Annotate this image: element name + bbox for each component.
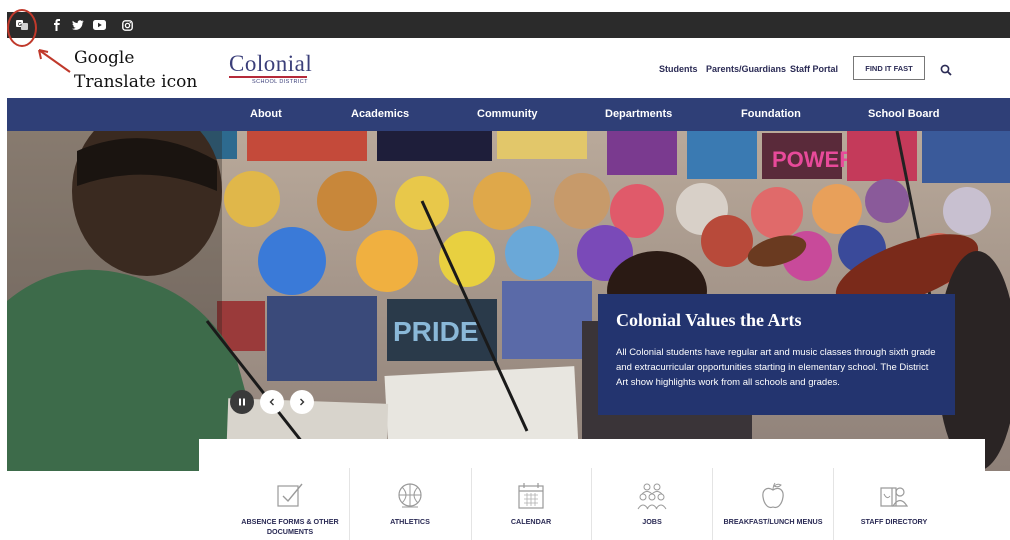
nav-item-about[interactable]: About (250, 98, 282, 131)
instagram-icon[interactable] (120, 18, 134, 32)
quick-link-label: ATHLETICS (390, 517, 430, 526)
ball-icon (398, 483, 422, 508)
logo-wordmark: Colonial (229, 51, 313, 76)
logo-subtitle: SCHOOL DISTRICT (252, 79, 308, 85)
staff-portal-link[interactable]: Staff Portal (790, 64, 838, 74)
annotation-line-2: Translate icon (74, 72, 198, 92)
nav-item-foundation[interactable]: Foundation (741, 98, 801, 131)
logo-underline (229, 76, 307, 78)
annotation-line-1: Google (74, 48, 135, 68)
quick-link-absence-forms[interactable]: ABSENCE FORMS & OTHER DOCUMENTS (230, 470, 350, 540)
quick-link-label: CALENDAR (510, 517, 552, 526)
quick-link-label: ABSENCE FORMS & OTHER DOCUMENTS (230, 517, 350, 537)
annotation-label: Google Translate icon (74, 46, 197, 94)
quick-link-label: STAFF DIRECTORY (860, 517, 928, 526)
quick-link-label-line2: DOCUMENTS (266, 527, 314, 536)
people-icon (637, 483, 667, 510)
nav-item-community[interactable]: Community (477, 98, 538, 131)
quick-link-calendar[interactable]: CALENDAR (471, 470, 591, 540)
previous-slide-button[interactable] (260, 390, 284, 414)
quick-link-label-line1: ABSENCE FORMS & OTHER (241, 517, 339, 526)
power-sign: POWER (772, 147, 855, 172)
quick-link-athletics[interactable]: ATHLETICS (350, 470, 470, 540)
quick-link-menus[interactable]: BREAKFAST/LUNCH MENUS (713, 470, 833, 540)
district-logo[interactable]: Colonial SCHOOL DISTRICT (229, 51, 313, 85)
facebook-icon[interactable] (50, 18, 64, 32)
chevron-left-icon (269, 398, 274, 406)
social-bar: G (7, 12, 1010, 38)
annotation-arrow (38, 49, 71, 73)
quick-link-staff-directory[interactable]: STAFF DIRECTORY (834, 470, 954, 540)
find-it-fast-button[interactable]: FIND IT FAST (853, 56, 925, 80)
quick-link-jobs[interactable]: JOBS (592, 470, 712, 540)
students-link[interactable]: Students (659, 64, 698, 74)
search-icon[interactable] (940, 63, 952, 76)
pause-button[interactable] (230, 390, 254, 414)
quick-link-label: BREAKFAST/LUNCH MENUS (723, 517, 823, 526)
main-nav: About Academics Community Departments Fo… (7, 98, 1010, 131)
hero-caption-title: Colonial Values the Arts (616, 310, 802, 330)
nav-item-departments[interactable]: Departments (605, 98, 672, 131)
checkbox-icon (277, 483, 303, 507)
pride-sign: PRIDE (393, 316, 479, 347)
nav-item-school-board[interactable]: School Board (868, 98, 940, 131)
twitter-icon[interactable] (71, 18, 85, 32)
pause-icon (239, 398, 245, 406)
youtube-icon[interactable] (92, 18, 106, 32)
hero-caption-body: All Colonial students have regular art a… (616, 347, 936, 388)
nav-item-academics[interactable]: Academics (351, 98, 409, 131)
next-slide-button[interactable] (290, 390, 314, 414)
quick-link-label: JOBS (642, 517, 662, 526)
hero-slide: POWER PRIDE Colonial Values the Arts All… (7, 131, 1010, 471)
parents-guardians-link[interactable]: Parents/Guardians (706, 64, 786, 74)
chevron-right-icon (300, 398, 305, 406)
directory-icon (880, 487, 909, 507)
apple-icon (762, 482, 784, 509)
calendar-icon (518, 483, 544, 509)
annotation-circle (7, 9, 37, 47)
hero-caption: Colonial Values the Arts All Colonial st… (598, 294, 955, 415)
